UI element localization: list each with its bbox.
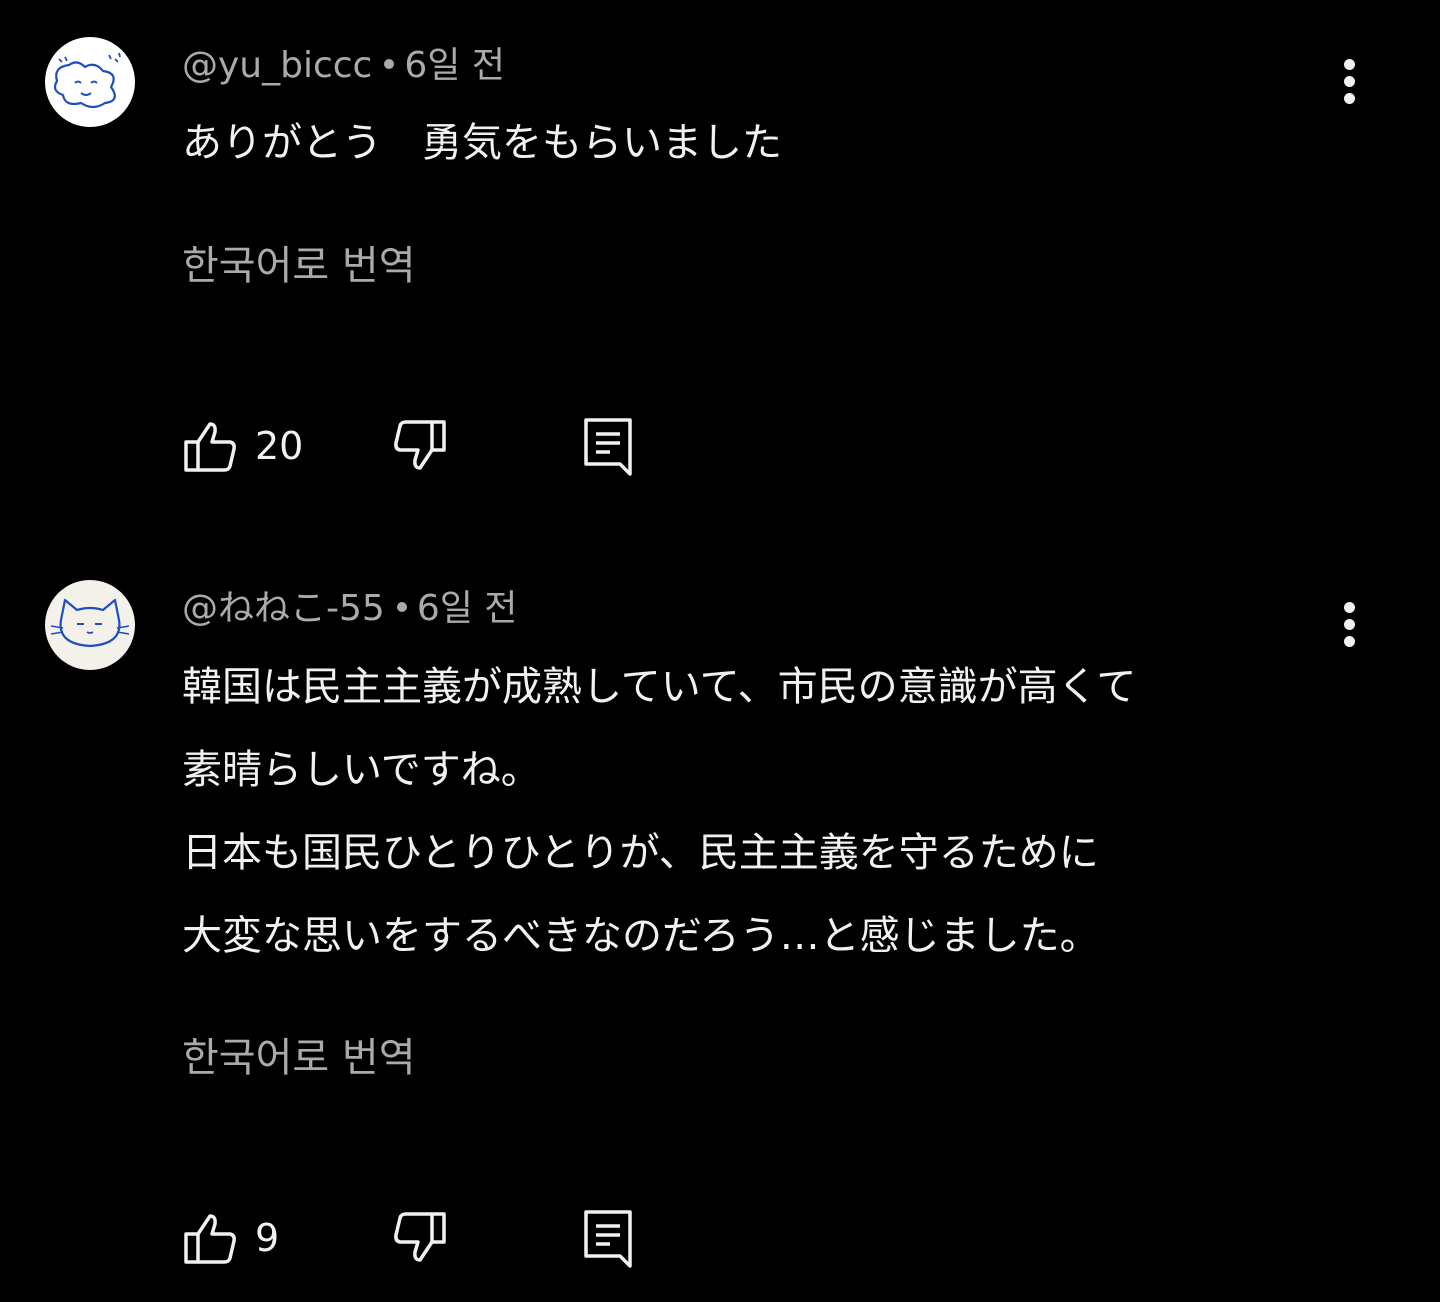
more-options-button[interactable] (1326, 50, 1374, 114)
separator-dot (384, 59, 395, 69)
translate-button[interactable]: 한국어로 번역 (182, 1032, 416, 1084)
comment-actions: 20 (0, 414, 1440, 478)
like-button[interactable]: 9 (182, 1206, 292, 1270)
thumb-up-icon (184, 1214, 236, 1264)
comment-author[interactable]: @yu_biccc (182, 45, 372, 86)
reply-button[interactable] (582, 1206, 638, 1270)
comment-text-line: ありがとう 勇気をもらいました (182, 120, 782, 166)
comment-time: 6일 전 (416, 588, 518, 629)
reply-comment-icon (584, 1210, 632, 1268)
reply-button[interactable] (582, 414, 638, 478)
comment-text-line: 日本も国民ひとりひとりが、民主主義を守るために (182, 830, 1099, 876)
dislike-button[interactable] (392, 1206, 452, 1270)
like-button[interactable]: 20 (182, 414, 312, 478)
comment-time: 6일 전 (404, 45, 505, 86)
comment-text: ありがとう 勇気をもらいました (182, 102, 782, 185)
translate-button[interactable]: 한국어로 번역 (182, 240, 416, 292)
avatar[interactable] (45, 580, 135, 670)
thumb-down-icon (394, 1212, 446, 1262)
thumb-down-icon (394, 420, 446, 470)
comment-text-line: 素晴らしいですね。 (182, 747, 541, 793)
comment-actions: 9 (0, 1206, 1440, 1270)
comment-meta: @yu_biccc 6일 전 (182, 42, 505, 90)
thumb-up-icon (184, 422, 236, 472)
cat-avatar-icon (50, 598, 130, 648)
reply-comment-icon (584, 418, 632, 476)
separator-dot (396, 602, 407, 612)
like-count: 9 (255, 1216, 280, 1260)
comment-text: 韓国は民主主義が成熟していて、市民の意識が高くて 素晴らしいですね。 日本も国民… (182, 646, 1136, 978)
more-options-button[interactable] (1326, 593, 1374, 657)
avatar[interactable] (45, 37, 135, 127)
comment-text-line: 韓国は民主主義が成熟していて、市民の意識が高くて (182, 664, 1137, 710)
comment-meta: @ねねこ-55 6일 전 (182, 585, 517, 633)
star-blob-avatar-icon (53, 52, 121, 109)
comment-text-line: 大変な思いをするべきなのだろう…と感じました。 (182, 913, 1100, 959)
dislike-button[interactable] (392, 414, 452, 478)
comment-author[interactable]: @ねねこ-55 (182, 588, 385, 629)
more-vert-icon (1344, 602, 1355, 613)
like-count: 20 (255, 424, 304, 468)
more-vert-icon (1344, 59, 1355, 70)
